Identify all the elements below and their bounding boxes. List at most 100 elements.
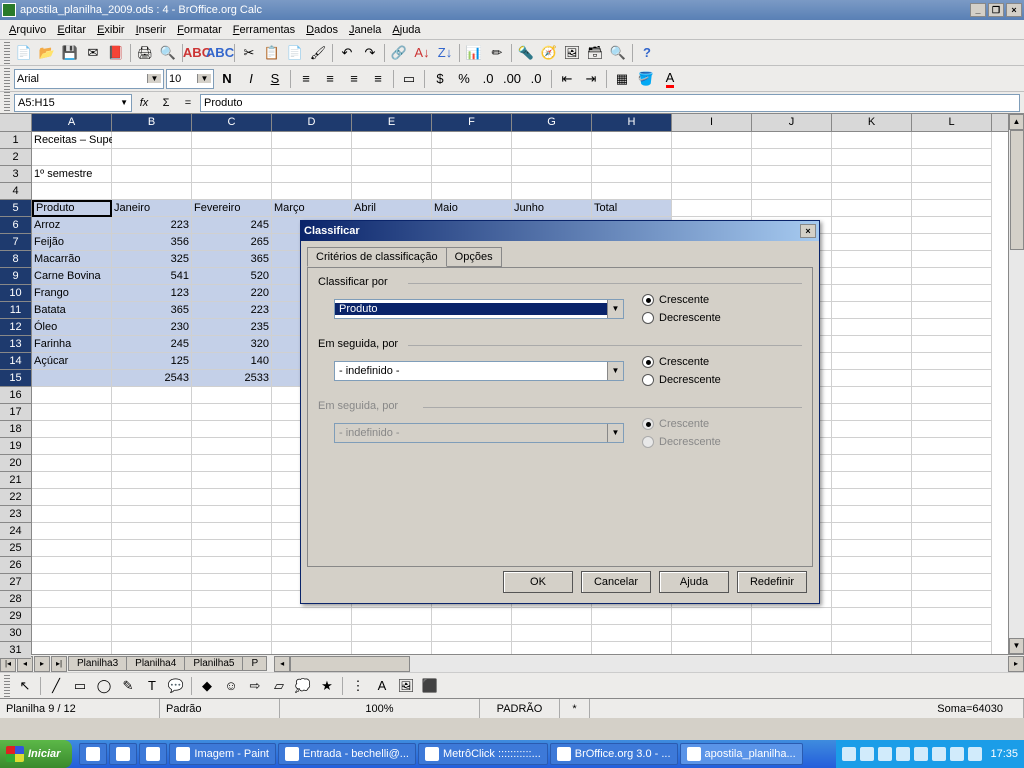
menu-ajuda[interactable]: Ajuda (387, 22, 425, 38)
sum-icon[interactable]: Σ (156, 94, 176, 112)
freeform-icon[interactable]: ✎ (117, 675, 139, 697)
cell-C1[interactable] (192, 132, 272, 149)
cell-A24[interactable] (32, 523, 112, 540)
cell-G31[interactable] (512, 642, 592, 654)
cell-C23[interactable] (192, 506, 272, 523)
select-all-corner[interactable] (0, 114, 31, 132)
cell-D3[interactable] (272, 166, 352, 183)
cell-L29[interactable] (912, 608, 992, 625)
paste-icon[interactable]: 📄 (284, 42, 306, 64)
cell-C21[interactable] (192, 472, 272, 489)
cell-C17[interactable] (192, 404, 272, 421)
cell-A11[interactable]: Batata (32, 302, 112, 319)
new-doc-icon[interactable]: 📄 (13, 42, 35, 64)
taskbar-app[interactable]: Imagem - Paint (169, 743, 276, 765)
cell-B13[interactable]: 245 (112, 336, 192, 353)
increase-indent-icon[interactable]: ⇥ (580, 68, 602, 90)
spellcheck-icon[interactable]: ABC (186, 42, 208, 64)
tray-icon[interactable] (914, 747, 928, 761)
col-header-I[interactable]: I (672, 114, 752, 131)
cell-C15[interactable]: 2533 (192, 370, 272, 387)
cell-K1[interactable] (832, 132, 912, 149)
cell-B23[interactable] (112, 506, 192, 523)
bgcolor-icon[interactable]: 🪣 (635, 68, 657, 90)
menu-inserir[interactable]: Inserir (131, 22, 172, 38)
taskbar-app[interactable]: MetrôClick :::::::::::... (418, 743, 548, 765)
row-header-30[interactable]: 30 (0, 625, 31, 642)
currency-icon[interactable]: $ (429, 68, 451, 90)
cell-C2[interactable] (192, 149, 272, 166)
cell-K26[interactable] (832, 557, 912, 574)
sort-desc-icon[interactable]: Z↓ (434, 42, 456, 64)
taskbar-app[interactable]: Entrada - bechelli@... (278, 743, 416, 765)
row-header-16[interactable]: 16 (0, 387, 31, 404)
cell-L25[interactable] (912, 540, 992, 557)
cell-L19[interactable] (912, 438, 992, 455)
align-justify-icon[interactable]: ≡ (367, 68, 389, 90)
cell-F3[interactable] (432, 166, 512, 183)
cell-F31[interactable] (432, 642, 512, 654)
horizontal-scrollbar[interactable]: ◂ ▸ (274, 656, 1024, 672)
cell-B8[interactable]: 325 (112, 251, 192, 268)
row-header-5[interactable]: 5 (0, 200, 31, 217)
cell-L24[interactable] (912, 523, 992, 540)
row-header-18[interactable]: 18 (0, 421, 31, 438)
cell-B15[interactable]: 2543 (112, 370, 192, 387)
cell-B19[interactable] (112, 438, 192, 455)
cell-K18[interactable] (832, 421, 912, 438)
cell-G3[interactable] (512, 166, 592, 183)
name-box[interactable]: A5:H15 ▼ (14, 94, 132, 112)
cell-A18[interactable] (32, 421, 112, 438)
cell-K9[interactable] (832, 268, 912, 285)
cell-C24[interactable] (192, 523, 272, 540)
cell-K2[interactable] (832, 149, 912, 166)
cell-J31[interactable] (752, 642, 832, 654)
cell-B26[interactable] (112, 557, 192, 574)
extrusion-icon[interactable]: ⬛ (419, 675, 441, 697)
cell-C3[interactable] (192, 166, 272, 183)
align-center-icon[interactable]: ≡ (319, 68, 341, 90)
cell-F5[interactable]: Maio (432, 200, 512, 217)
cell-J3[interactable] (752, 166, 832, 183)
chevron-down-icon[interactable]: ▼ (607, 362, 623, 380)
col-header-A[interactable]: A (32, 114, 112, 131)
cell-L10[interactable] (912, 285, 992, 302)
cell-B10[interactable]: 123 (112, 285, 192, 302)
print-icon[interactable]: 🖨 (134, 42, 156, 64)
cell-E30[interactable] (352, 625, 432, 642)
cell-C31[interactable] (192, 642, 272, 654)
cell-J5[interactable] (752, 200, 832, 217)
stars-icon[interactable]: ★ (316, 675, 338, 697)
sheet-tab[interactable]: Planilha3 (68, 656, 127, 671)
pdf-icon[interactable]: 📕 (105, 42, 127, 64)
scroll-up-icon[interactable]: ▲ (1009, 114, 1024, 130)
cell-B11[interactable]: 365 (112, 302, 192, 319)
tab-next-icon[interactable]: ▸ (34, 656, 50, 672)
cell-A7[interactable]: Feijão (32, 234, 112, 251)
col-header-E[interactable]: E (352, 114, 432, 131)
cell-B1[interactable] (112, 132, 192, 149)
cell-B14[interactable]: 125 (112, 353, 192, 370)
cell-J29[interactable] (752, 608, 832, 625)
cell-K20[interactable] (832, 455, 912, 472)
cell-L4[interactable] (912, 183, 992, 200)
cell-L17[interactable] (912, 404, 992, 421)
row-header-3[interactable]: 3 (0, 166, 31, 183)
cell-B24[interactable] (112, 523, 192, 540)
menu-formatar[interactable]: Formatar (172, 22, 227, 38)
cell-K10[interactable] (832, 285, 912, 302)
cell-I2[interactable] (672, 149, 752, 166)
cell-K5[interactable] (832, 200, 912, 217)
cell-C18[interactable] (192, 421, 272, 438)
cell-E31[interactable] (352, 642, 432, 654)
row-header-25[interactable]: 25 (0, 540, 31, 557)
bold-icon[interactable]: N (216, 68, 238, 90)
cell-L1[interactable] (912, 132, 992, 149)
cell-K31[interactable] (832, 642, 912, 654)
col-header-J[interactable]: J (752, 114, 832, 131)
zoom-icon[interactable]: 🔍 (607, 42, 629, 64)
cell-A25[interactable] (32, 540, 112, 557)
row-header-10[interactable]: 10 (0, 285, 31, 302)
cell-A23[interactable] (32, 506, 112, 523)
cell-L2[interactable] (912, 149, 992, 166)
